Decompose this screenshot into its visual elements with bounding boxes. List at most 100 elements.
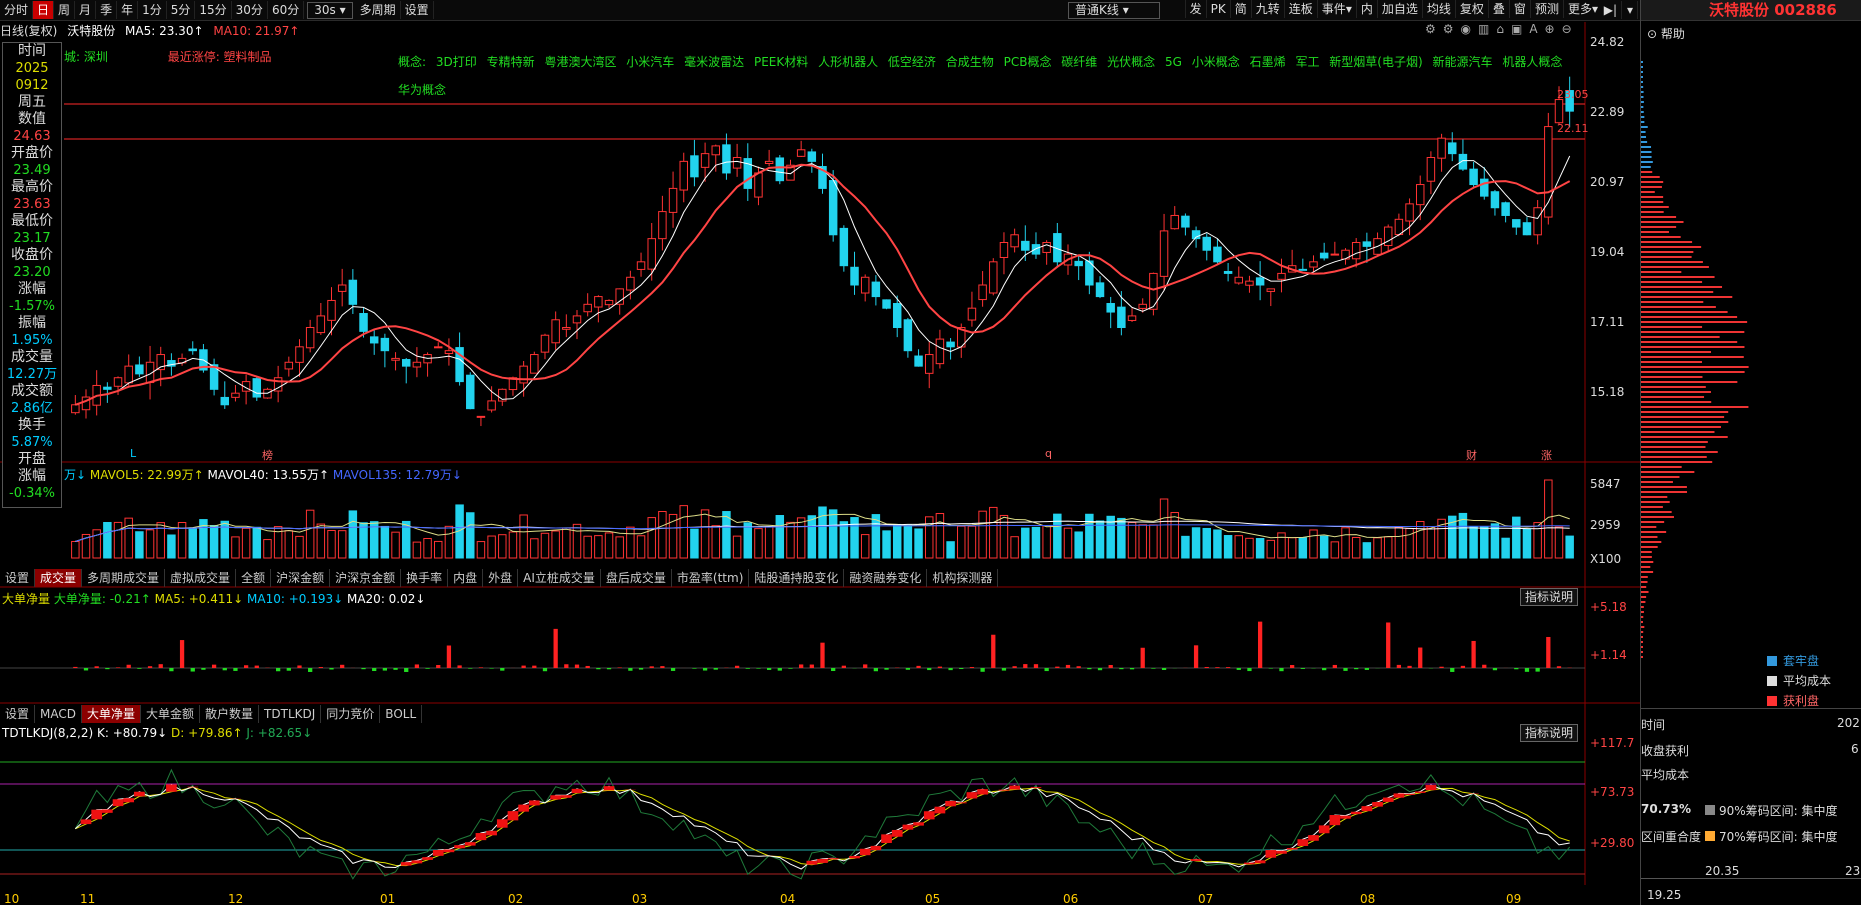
candle-body bbox=[434, 346, 443, 349]
kdj-name: TDTLKDJ(8,2,2) bbox=[2, 726, 94, 740]
vol-tab[interactable]: 设置 bbox=[0, 569, 36, 587]
net-ma10: MA10: +0.193↓ bbox=[247, 592, 344, 606]
chip-bar bbox=[1641, 336, 1720, 338]
vol-tab[interactable]: 全额 bbox=[236, 569, 272, 587]
candle-body bbox=[604, 299, 614, 306]
net-volume-bar bbox=[1044, 668, 1049, 672]
candle-body bbox=[1266, 288, 1276, 292]
volume-bar bbox=[1554, 526, 1564, 559]
candle-body bbox=[1309, 261, 1318, 268]
ind-tab-active[interactable]: 大单净量 bbox=[82, 705, 142, 723]
vol-tab[interactable]: 融资融券变化 bbox=[844, 569, 928, 587]
vol-tab[interactable]: 陆股通持股变化 bbox=[749, 569, 845, 587]
candle-body bbox=[1480, 178, 1489, 197]
candle-body bbox=[252, 378, 262, 398]
volume-bar bbox=[1202, 527, 1211, 559]
candle-body bbox=[1106, 303, 1115, 313]
ind-tab[interactable]: MACD bbox=[35, 705, 82, 723]
kdj-fill bbox=[187, 786, 199, 788]
net-volume-bar bbox=[372, 668, 377, 672]
kdj-fill bbox=[603, 786, 615, 791]
vol-tab[interactable]: 盘后成交量 bbox=[601, 569, 672, 587]
net-volume-bar bbox=[1225, 667, 1231, 668]
chip-bar bbox=[1641, 631, 1644, 633]
chip-bar bbox=[1641, 326, 1703, 328]
candle-body bbox=[103, 386, 112, 390]
chart-canvas[interactable] bbox=[0, 0, 1640, 905]
panel-title: 沃特股份 002886 bbox=[1641, 0, 1861, 21]
chip-bar bbox=[1641, 496, 1668, 498]
kdj-fill bbox=[432, 850, 444, 856]
ind-tab[interactable]: TDTLKDJ bbox=[259, 705, 322, 723]
vol-tab[interactable]: 机构探测器 bbox=[927, 569, 999, 587]
marker-cai[interactable]: 财 bbox=[1466, 447, 1477, 463]
volume-bar bbox=[487, 535, 496, 559]
chip-bar bbox=[1641, 531, 1667, 533]
volume-bar bbox=[1330, 541, 1340, 559]
chip-bar bbox=[1641, 616, 1644, 618]
ind-tab[interactable]: 同力竞价 bbox=[321, 705, 381, 723]
net-volume-bar bbox=[564, 664, 569, 668]
kdj-fill bbox=[849, 855, 860, 859]
vol-tab[interactable]: 市盈率(ttm) bbox=[672, 569, 750, 587]
candle-body bbox=[1448, 142, 1457, 155]
candle-body bbox=[1319, 252, 1329, 259]
volume-bar bbox=[786, 521, 795, 559]
marker-bang[interactable]: 榜 bbox=[262, 447, 273, 463]
chip-bar bbox=[1641, 551, 1652, 553]
volume-bar bbox=[1469, 526, 1478, 559]
net-tick: +5.18 bbox=[1590, 600, 1627, 614]
kdj-tick: +29.80 bbox=[1590, 836, 1635, 850]
vol-tab[interactable]: 多周期成交量 bbox=[82, 569, 166, 587]
kdj-explain-button[interactable]: 指标说明 bbox=[1520, 724, 1578, 742]
volume-bar bbox=[1063, 527, 1073, 559]
marker-zhang[interactable]: 涨 bbox=[1541, 447, 1552, 463]
volume-bar bbox=[476, 541, 486, 559]
chip-bar bbox=[1641, 356, 1744, 358]
candle-body bbox=[1213, 246, 1222, 263]
ind-tab[interactable]: 散户数量 bbox=[200, 705, 260, 723]
marker-q[interactable]: q bbox=[1045, 447, 1052, 460]
vol-tab[interactable]: 换手率 bbox=[401, 569, 449, 587]
candle-body bbox=[135, 364, 144, 375]
net-explain-button[interactable]: 指标说明 bbox=[1520, 588, 1578, 606]
kdj-fill bbox=[1190, 859, 1202, 862]
chip-axis-low: 19.25 bbox=[1647, 888, 1682, 902]
vol-tab[interactable]: 沪深金额 bbox=[271, 569, 331, 587]
net-volume-bar bbox=[1257, 621, 1263, 668]
vol-tab[interactable]: 沪深京金额 bbox=[330, 569, 402, 587]
vol-tab-active[interactable]: 成交量 bbox=[35, 569, 83, 587]
net-volume-bar bbox=[991, 634, 996, 668]
chip-bar bbox=[1641, 61, 1643, 63]
marker-l[interactable]: L bbox=[130, 447, 136, 460]
ind-tab[interactable]: 设置 bbox=[0, 705, 36, 723]
candle-body bbox=[999, 242, 1009, 258]
candle-body bbox=[476, 415, 486, 418]
volume-bar bbox=[1085, 513, 1094, 559]
kdj-fill bbox=[1318, 825, 1330, 834]
chip-bar bbox=[1641, 476, 1680, 478]
chip-bar bbox=[1641, 601, 1646, 603]
chip-bar bbox=[1641, 546, 1658, 548]
volume-bar bbox=[519, 514, 528, 559]
ind-tab[interactable]: 大单金额 bbox=[141, 705, 201, 723]
vol-tab[interactable]: AI立桩成交量 bbox=[518, 569, 601, 587]
candle-body bbox=[562, 327, 571, 330]
candle-body bbox=[113, 377, 123, 387]
chip-histogram bbox=[1641, 61, 1749, 658]
legend-item: 套牢盘 bbox=[1767, 652, 1819, 669]
candle-body bbox=[1223, 270, 1233, 274]
chip-bar bbox=[1641, 286, 1723, 288]
kdj-fill bbox=[1414, 791, 1426, 793]
net-volume-bar bbox=[1001, 668, 1007, 671]
candle-body bbox=[337, 284, 347, 292]
candle-body bbox=[284, 361, 294, 370]
price-tick: 20.97 bbox=[1590, 175, 1625, 189]
net-volume-bar bbox=[916, 665, 921, 668]
vol-tab[interactable]: 虚拟成交量 bbox=[165, 569, 237, 587]
candle-body bbox=[1362, 241, 1372, 247]
ind-tab[interactable]: BOLL bbox=[380, 705, 423, 723]
data-sidebar: 时间 2025 0912 周五 数值 24.63 开盘价 23.49 最高价 2… bbox=[2, 42, 62, 508]
vol-tab[interactable]: 内盘 bbox=[448, 569, 484, 587]
vol-tab[interactable]: 外盘 bbox=[483, 569, 519, 587]
